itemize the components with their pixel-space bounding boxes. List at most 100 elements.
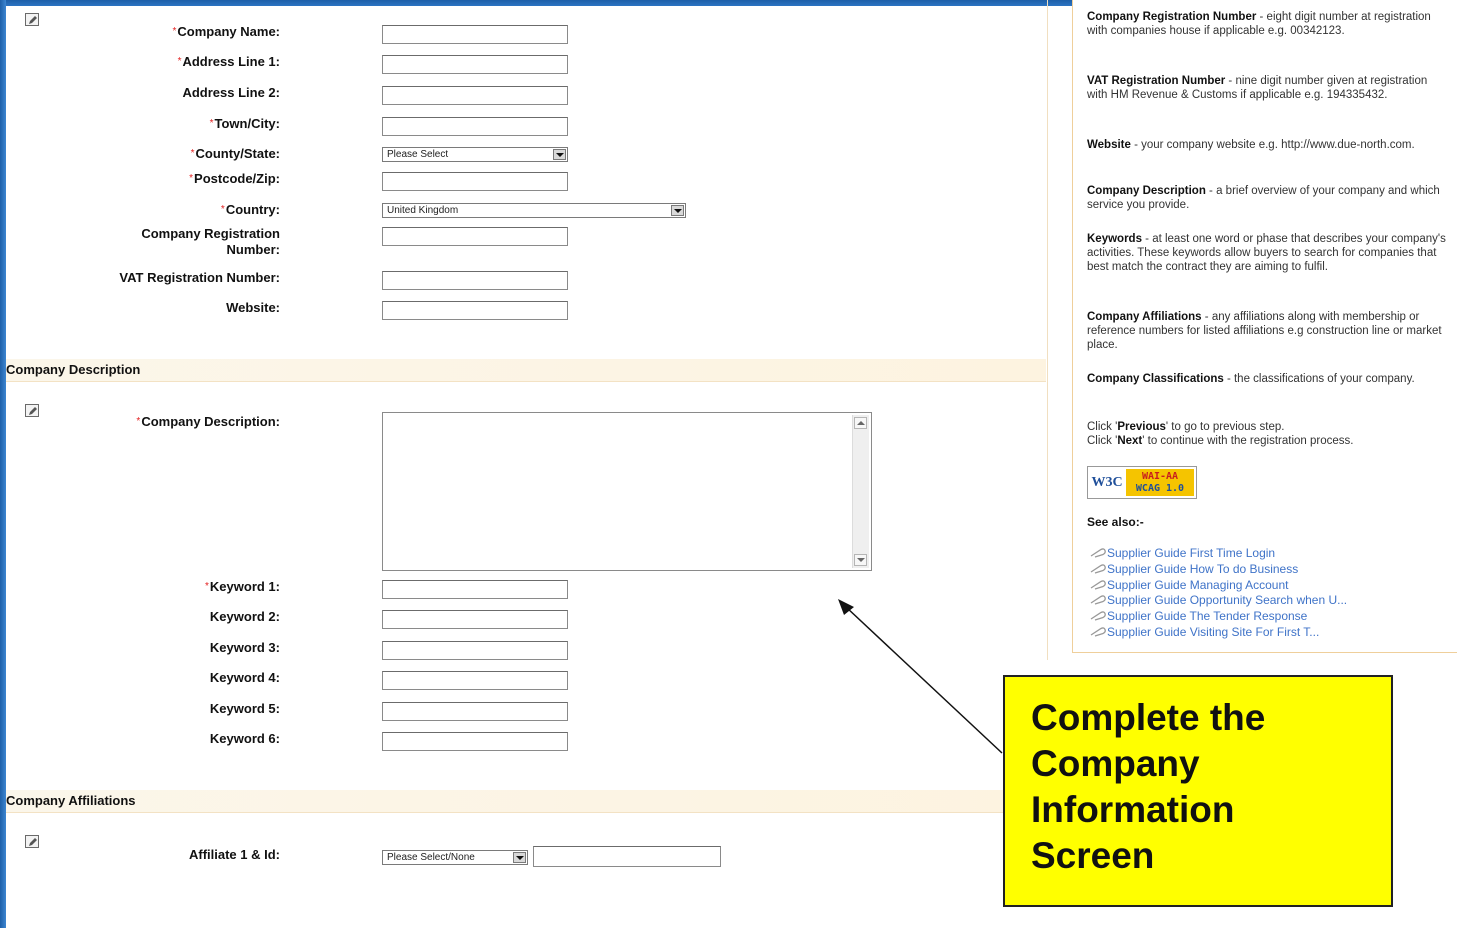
county-label: *County/State:	[0, 146, 280, 162]
company-description-label: *Company Description:	[0, 414, 280, 430]
required-marker: *	[172, 26, 177, 37]
affiliate-id-input[interactable]	[533, 846, 721, 867]
chevron-down-icon[interactable]	[553, 149, 566, 160]
section-title: Company Affiliations	[6, 793, 136, 808]
section-title: Company Description	[6, 362, 141, 377]
chevron-down-icon[interactable]	[513, 852, 526, 863]
help-term: Website	[1087, 139, 1131, 151]
guide-link-text[interactable]: Supplier Guide Visiting Site For First T…	[1107, 625, 1319, 639]
keyword1-text: Keyword 1:	[209, 579, 280, 594]
see-also-heading: See also:-	[1087, 515, 1144, 529]
keyword4-input[interactable]	[382, 671, 568, 690]
help-text: - the classifications of your company.	[1223, 373, 1415, 385]
callout-line: Screen	[1031, 835, 1155, 876]
guide-link-text[interactable]: Supplier Guide First Time Login	[1107, 546, 1275, 560]
help-text: Click '	[1087, 421, 1118, 433]
vat-label: VAT Registration Number:	[119, 270, 280, 285]
reg-number-label: Company Registration Number:	[0, 226, 280, 258]
guide-link-text[interactable]: Supplier Guide Opportunity Search when U…	[1107, 593, 1347, 607]
scroll-up-icon[interactable]	[854, 417, 867, 429]
town-input[interactable]	[382, 117, 568, 136]
reg-number-text-2: Number:	[226, 242, 280, 257]
county-text: County/State:	[195, 146, 281, 161]
guide-link[interactable]: Supplier Guide Opportunity Search when U…	[1089, 593, 1347, 609]
keyword3-label: Keyword 3:	[209, 640, 280, 655]
address1-text: Address Line 1:	[182, 54, 280, 69]
keyword5-input[interactable]	[382, 702, 568, 721]
chevron-down-icon[interactable]	[671, 205, 684, 216]
guide-link[interactable]: Supplier Guide The Tender Response	[1089, 609, 1347, 625]
help-description: Company Description - a brief overview o…	[1087, 184, 1449, 212]
guide-links-list: Supplier Guide First Time Login Supplier…	[1089, 546, 1347, 641]
wcag-level-label: WAI-AA WCAG 1.0	[1126, 469, 1194, 496]
help-text: Click '	[1087, 435, 1118, 447]
guide-link[interactable]: Supplier Guide Visiting Site For First T…	[1089, 625, 1347, 641]
help-term: Keywords	[1087, 233, 1142, 245]
required-marker: *	[220, 204, 225, 215]
guide-link[interactable]: Supplier Guide How To do Business	[1089, 562, 1347, 578]
help-navigation: Click 'Previous' to go to previous step.…	[1087, 420, 1449, 448]
help-term: Company Registration Number	[1087, 11, 1257, 23]
help-keywords: Keywords - at least one word or phase th…	[1087, 232, 1449, 274]
w3c-wcag-badge[interactable]: W3C WAI-AA WCAG 1.0	[1087, 466, 1197, 499]
help-classifications: Company Classifications - the classifica…	[1087, 372, 1449, 386]
help-previous-line: Click 'Previous' to go to previous step.	[1087, 420, 1449, 434]
guide-link[interactable]: Supplier Guide First Time Login	[1089, 546, 1347, 562]
help-text: ' to go to previous step.	[1165, 421, 1285, 433]
required-marker: *	[205, 581, 209, 592]
paperclip-icon	[1090, 611, 1106, 621]
badge-bottom-text: WCAG 1.0	[1135, 483, 1185, 494]
keyword2-input[interactable]	[382, 610, 568, 629]
address2-input[interactable]	[382, 86, 568, 105]
reg-number-input[interactable]	[382, 227, 568, 246]
paperclip-icon	[1090, 595, 1106, 606]
paperclip-icon	[1090, 627, 1106, 637]
keyword2-label: Keyword 2:	[209, 609, 280, 624]
guide-link-text[interactable]: Supplier Guide How To do Business	[1107, 562, 1298, 576]
county-select[interactable]: Please Select	[382, 147, 568, 162]
keyword4-label: Keyword 4:	[209, 670, 280, 685]
keyword3-input[interactable]	[382, 641, 568, 660]
guide-link[interactable]: Supplier Guide Managing Account	[1089, 578, 1347, 594]
help-text: - your company website e.g. http://www.d…	[1130, 139, 1415, 151]
company-description-textarea[interactable]	[382, 412, 872, 571]
company-name-input[interactable]	[382, 25, 568, 44]
callout-line: Company	[1031, 743, 1200, 784]
keyword6-label: Keyword 6:	[209, 731, 280, 746]
help-term: Previous	[1117, 421, 1166, 433]
help-term: VAT Registration Number	[1087, 75, 1226, 87]
county-select-value: Please Select	[387, 149, 449, 160]
country-select-value: United Kingdom	[387, 205, 459, 216]
w3c-logo: W3C	[1091, 475, 1123, 490]
badge-top-text: WAI-AA	[1141, 471, 1179, 482]
keyword1-label: *Keyword 1:	[0, 579, 280, 595]
required-marker: *	[190, 148, 195, 159]
company-name-text: Company Name:	[177, 24, 280, 39]
help-vat: VAT Registration Number - nine digit num…	[1087, 74, 1449, 102]
company-description-text: Company Description:	[141, 414, 280, 429]
annotation-callout: Complete the Company Information Screen	[1003, 675, 1393, 907]
country-select[interactable]: United Kingdom	[382, 203, 686, 218]
address1-label: *Address Line 1:	[0, 54, 280, 70]
keyword5-label: Keyword 5:	[209, 701, 280, 716]
keyword6-input[interactable]	[382, 732, 568, 751]
affiliate-select[interactable]: Please Select/None	[382, 850, 528, 865]
guide-link-text[interactable]: Supplier Guide The Tender Response	[1107, 609, 1307, 623]
help-term: Company Affiliations	[1087, 311, 1202, 323]
keyword1-input[interactable]	[382, 580, 568, 599]
callout-line: Complete the	[1031, 697, 1266, 738]
affiliate-select-value: Please Select/None	[387, 852, 475, 863]
textarea-scrollbar[interactable]	[852, 415, 869, 568]
affiliate-label: Affiliate 1 & Id:	[188, 847, 280, 862]
postcode-input[interactable]	[382, 172, 568, 191]
help-affiliations: Company Affiliations - any affiliations …	[1087, 310, 1449, 352]
callout-line: Information	[1031, 789, 1235, 830]
help-reg-number: Company Registration Number - eight digi…	[1087, 10, 1449, 38]
company-name-label: *Company Name:	[0, 24, 280, 40]
guide-link-text[interactable]: Supplier Guide Managing Account	[1107, 578, 1288, 592]
address1-input[interactable]	[382, 55, 568, 74]
address2-label: Address Line 2:	[182, 85, 280, 100]
website-input[interactable]	[382, 301, 568, 320]
scroll-down-icon[interactable]	[854, 554, 867, 566]
vat-input[interactable]	[382, 271, 568, 290]
